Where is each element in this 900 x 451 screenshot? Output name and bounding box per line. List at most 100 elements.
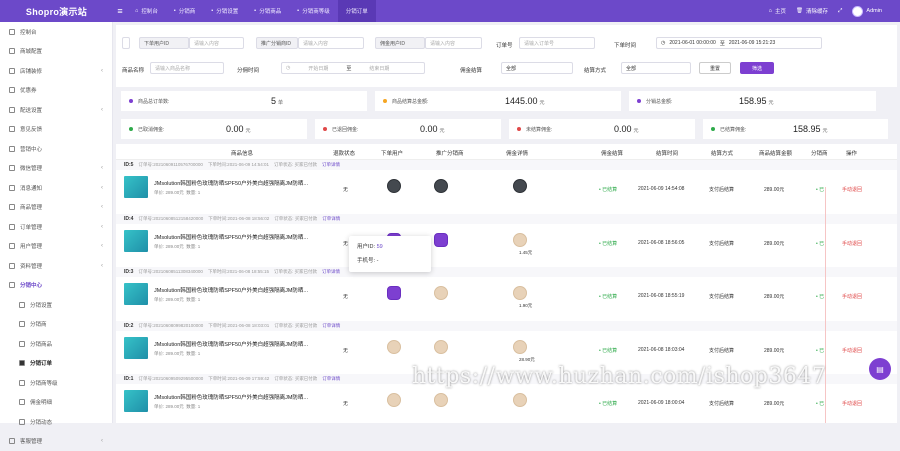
fullscreen-icon[interactable]: ⤢ [838, 8, 842, 15]
product-name[interactable]: JMsolution韩国粉色玫瑰防晒SPF50户外美白超强隔离JM防晒... [154, 340, 314, 348]
sidebar-item[interactable]: 控制台 [0, 22, 112, 42]
sidebar-item[interactable]: 配送设置‹ [0, 100, 112, 120]
sidebar-item[interactable]: 分销商品 [0, 334, 112, 354]
column-header: 分销商 [811, 149, 828, 157]
agent-avatar[interactable] [434, 179, 448, 193]
sidebar-item[interactable]: 商城配置 [0, 42, 112, 62]
order-no: 订单号:20210609110576700000 [138, 162, 202, 168]
buyer-id-input[interactable]: 请输入内容 [189, 37, 244, 49]
buyer-avatar[interactable] [387, 179, 401, 193]
order-detail-link[interactable]: 订单详情 [322, 323, 340, 329]
status-dot-icon [711, 127, 715, 131]
settle-time: 2021-06-08 18:03:04 [638, 347, 684, 353]
order-detail-link[interactable]: 订单详情 [322, 376, 340, 382]
buyer-avatar[interactable] [387, 393, 401, 407]
product-name[interactable]: JMsolution韩国粉色玫瑰防晒SPF50户外美白超强隔离JM防晒... [154, 393, 314, 401]
product-thumbnail[interactable] [124, 337, 148, 359]
sidebar-item[interactable]: 分销中心 [0, 276, 112, 296]
chevron-left-icon: ‹ [101, 263, 103, 269]
sidebar-item[interactable]: 分销商 [0, 315, 112, 335]
buyer-id-select[interactable]: 下单用户ID [139, 37, 189, 49]
sidebar-item[interactable]: 订单管理‹ [0, 217, 112, 237]
product-thumbnail[interactable] [124, 390, 148, 412]
order-time-range[interactable]: ◷ 2021-06-01 00:00:00 至 2021-06-09 15:21… [656, 37, 822, 49]
chat-button[interactable]: ▤ [869, 358, 891, 380]
goods-name-input[interactable]: 请输入商品名称 [150, 62, 224, 74]
agent-status-badge: • 已 [816, 400, 824, 407]
sidebar-item[interactable]: 分销设置 [0, 295, 112, 315]
product-name[interactable]: JMsolution韩国粉色玫瑰防晒SPF50户外美白超强隔离JM防晒... [154, 286, 314, 294]
menu-item-icon [9, 68, 15, 74]
agent-id-input[interactable]: 请输入内容 [298, 37, 364, 49]
buyer-avatar[interactable] [387, 286, 401, 300]
commission-avatar[interactable] [513, 340, 527, 354]
reset-button[interactable]: 重置 [699, 62, 731, 74]
product-thumbnail[interactable] [124, 230, 148, 252]
sidebar-item[interactable]: 微信管理‹ [0, 159, 112, 179]
top-nav-settings[interactable]: ▪分销设置 [203, 0, 246, 22]
user-menu[interactable]: Admin [852, 6, 882, 17]
top-nav-agents[interactable]: ▪分销商 [166, 0, 203, 22]
clear-cache-button[interactable]: 🗑清除缓存 [796, 7, 828, 15]
order-status: 订单状态: 买家已付款 [274, 323, 317, 329]
commission-user-input[interactable]: 请输入内容 [425, 37, 482, 49]
order-no-input[interactable]: 请输入订单号 [519, 37, 595, 49]
agent-avatar[interactable] [434, 233, 448, 247]
manual-refund-button[interactable]: 手动退回 [842, 400, 862, 407]
manual-refund-button[interactable]: 手动退回 [842, 347, 862, 354]
commission-settle-select[interactable]: 全部 [501, 62, 573, 74]
buyer-avatar[interactable] [387, 340, 401, 354]
top-nav-levels[interactable]: ▪分销商等级 [289, 0, 337, 22]
filter-button[interactable]: 筛选 [740, 62, 774, 74]
sidebar-item[interactable]: 资料管理‹ [0, 256, 112, 276]
sidebar-item[interactable]: 营销中心 [0, 139, 112, 159]
product-name[interactable]: JMsolution韩国粉色玫瑰防晒SPF50户外美白超强隔离JM防晒... [154, 233, 314, 241]
stat-card: 已取消佣金:0.00元 [121, 119, 307, 139]
agent-id-select[interactable]: 推广分销商ID [256, 37, 298, 49]
manual-refund-button[interactable]: 手动退回 [842, 240, 862, 247]
order-detail-link[interactable]: 订单详情 [322, 269, 340, 275]
filter-panel: 下单用户ID 请输入内容 推广分销商ID 请输入内容 佣金用户ID 请输入内容 … [116, 25, 897, 87]
sidebar-item[interactable]: 商品管理‹ [0, 198, 112, 218]
order-detail-link[interactable]: 订单详情 [322, 216, 340, 222]
settle-way-select[interactable]: 全部 [621, 62, 691, 74]
menu-item-icon [9, 438, 15, 444]
brand-logo[interactable]: Shopro演示站 [0, 0, 113, 22]
home-link[interactable]: ⌂主页 [769, 7, 786, 15]
sidebar-item[interactable]: 分销商等级 [0, 373, 112, 393]
select-all-checkbox[interactable] [122, 37, 130, 49]
product-name[interactable]: JMsolution韩国粉色玫瑰防晒SPF50户外美白超强隔离JM防晒... [154, 179, 314, 187]
order-detail-link[interactable]: 订单详情 [322, 162, 340, 168]
sidebar-item[interactable]: 优惠券 [0, 81, 112, 101]
commission-avatar[interactable] [513, 179, 527, 193]
agent-avatar[interactable] [434, 340, 448, 354]
commission-avatar[interactable] [513, 233, 527, 247]
stat-card: 已结算佣金:158.95元 [703, 119, 888, 139]
user-id-link[interactable]: 59 [377, 244, 383, 250]
sidebar-item[interactable]: 客服管理‹ [0, 432, 112, 451]
sidebar-item[interactable]: 分销动态 [0, 412, 112, 432]
settle-time-range[interactable]: ◷ 开始日期 至 结束日期 [281, 62, 425, 74]
sidebar-item[interactable]: 意见反馈 [0, 120, 112, 140]
manual-refund-button[interactable]: 手动退回 [842, 186, 862, 193]
sidebar-item[interactable]: 分销订单 [0, 354, 112, 374]
commission-avatar[interactable] [513, 286, 527, 300]
sidebar-item[interactable]: 佣金明细 [0, 393, 112, 413]
stat-card: 商品总订单数:5单 [121, 91, 367, 111]
sidebar-item[interactable]: 消息通知‹ [0, 178, 112, 198]
top-nav-orders[interactable]: 分销订单 [338, 0, 376, 22]
top-nav-dashboard[interactable]: ⌂控制台 [127, 0, 166, 22]
commission-user-select[interactable]: 佣金用户ID [375, 37, 425, 49]
product-thumbnail[interactable] [124, 283, 148, 305]
settle-amount: 289.00元 [764, 400, 784, 407]
menu-toggle-icon[interactable]: ≡ [113, 6, 127, 16]
settle-time-label: 分佣时间 [237, 66, 259, 74]
agent-avatar[interactable] [434, 286, 448, 300]
sidebar-item[interactable]: 店铺装修‹ [0, 61, 112, 81]
product-thumbnail[interactable] [124, 176, 148, 198]
top-nav-goods[interactable]: ▪分销商品 [246, 0, 289, 22]
agent-avatar[interactable] [434, 393, 448, 407]
manual-refund-button[interactable]: 手动退回 [842, 293, 862, 300]
sidebar-item[interactable]: 用户管理‹ [0, 237, 112, 257]
commission-avatar[interactable] [513, 393, 527, 407]
